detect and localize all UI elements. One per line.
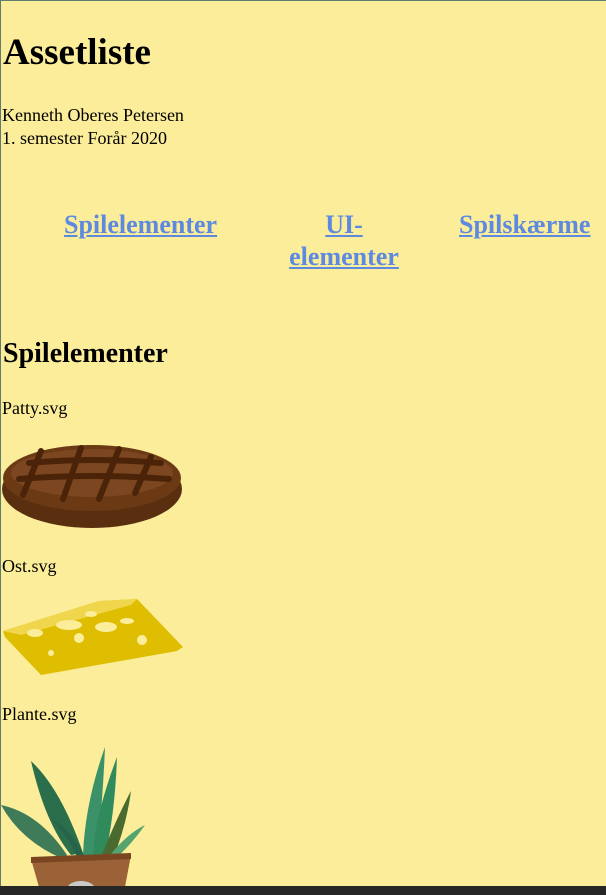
patty-icon (2, 445, 182, 528)
cheese-icon (3, 599, 183, 675)
asset-name-ost: Ost.svg (2, 556, 57, 576)
nav-link-spilelementer[interactable]: Spilelementer (64, 209, 217, 241)
author-info: Kenneth Oberes Petersen 1. semester Forå… (2, 104, 184, 150)
page-content: Assetliste Kenneth Oberes Petersen 1. se… (0, 0, 606, 886)
nav-link-spilskaerme[interactable]: Spilskærme (459, 209, 590, 241)
section-nav: Spilelementer UI-elementer Spilskærme (1, 209, 606, 279)
course-info: 1. semester Forår 2020 (2, 128, 167, 148)
asset-name-plante: Plante.svg (2, 704, 77, 724)
author-name: Kenneth Oberes Petersen (2, 105, 184, 125)
bottom-bar (0, 886, 606, 895)
nav-link-ui-elementer[interactable]: UI-elementer (283, 209, 405, 273)
section-title: Spilelementer (3, 338, 168, 369)
page-title: Assetliste (3, 32, 151, 73)
plant-icon (1, 747, 145, 886)
asset-name-patty: Patty.svg (2, 398, 68, 418)
